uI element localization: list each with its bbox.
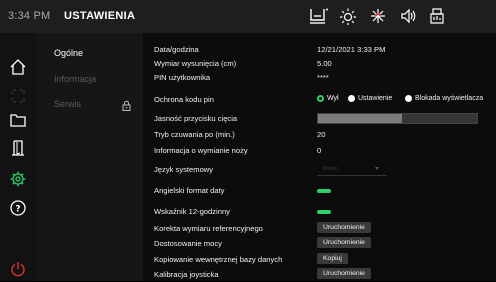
settings-gear-icon[interactable] <box>5 167 31 191</box>
power-adjust-label: Dostosowanie mocy <box>154 239 222 248</box>
chevron-down-icon <box>375 167 379 170</box>
lock-icon <box>122 98 131 116</box>
volume-icon[interactable] <box>398 6 418 26</box>
menu-item-information[interactable]: Informacja <box>54 74 96 84</box>
svg-text:?: ? <box>15 205 20 215</box>
setting-row-language: Język systemowy Polski <box>143 165 496 177</box>
clock-12h-label: Wskaźnik 12-godzinny <box>154 207 230 216</box>
cut-brightness-label: Jasność przycisku cięcia <box>154 114 238 123</box>
knife-info-value[interactable]: 0 <box>317 146 321 155</box>
date-time-label: Data/godzina <box>154 45 199 54</box>
setting-row-english-date: Angielski format daty <box>143 186 496 198</box>
left-navigation-rail: ? <box>0 33 36 281</box>
cut-brightness-slider[interactable] <box>317 113 478 124</box>
english-date-label: Angielski format daty <box>154 186 225 195</box>
date-time-value[interactable]: 12/21/2021 3:33 PM <box>317 45 385 54</box>
setting-row-12h-clock: Wskaźnik 12-godzinny <box>143 207 496 219</box>
ref-correction-label: Korekta wymiaru referencyjnego <box>154 224 263 233</box>
setting-row-date-time[interactable]: Data/godzina 12/21/2021 3:33 PM <box>143 45 496 57</box>
user-pin-value[interactable]: **** <box>317 73 329 82</box>
settings-screen: 3:34 PM USTAWIENIA ? Ogólne Informacja S… <box>0 0 496 281</box>
radio-selected-icon <box>317 95 324 102</box>
clock-12h-toggle[interactable] <box>317 210 331 214</box>
setting-row-user-pin[interactable]: PIN użytkownika **** <box>143 73 496 85</box>
setting-row-db-copy: Kopiowanie wewnętrznej bazy danych Kopiu… <box>143 253 496 267</box>
english-date-toggle[interactable] <box>317 189 331 193</box>
radio-label: Ustawienie <box>358 95 393 102</box>
settings-content-panel: Data/godzina 12/21/2021 3:33 PM Wymiar w… <box>143 33 496 281</box>
standby-value[interactable]: 20 <box>317 130 325 139</box>
pin-protection-label: Ochrona kodu pin <box>154 95 214 104</box>
radio-unselected-icon <box>405 95 412 102</box>
settings-menu: Ogólne Informacja Serwis <box>36 33 143 281</box>
diagnostics-icon[interactable] <box>427 6 447 26</box>
menu-item-general[interactable]: Ogólne <box>54 48 83 58</box>
work-light-icon[interactable] <box>368 6 388 26</box>
home-icon[interactable] <box>5 55 31 79</box>
clock-time: 3:34 PM <box>8 10 51 22</box>
db-copy-button[interactable]: Kopiuj <box>317 253 348 264</box>
pin-protection-option-display-lock[interactable]: Blokada wyświetlacza <box>405 95 483 102</box>
setting-row-pin-protection: Ochrona kodu pin Wył Ustawienie Blokada … <box>143 95 496 107</box>
setting-row-joystick: Kalibracja joysticka Uruchomienie <box>143 268 496 282</box>
joystick-calibration-start-button[interactable]: Uruchomienie <box>317 268 371 279</box>
setting-row-power-adjust: Dostosowanie mocy Uruchomienie <box>143 237 496 251</box>
pin-protection-option-setting[interactable]: Ustawienie <box>348 95 392 102</box>
help-icon[interactable]: ? <box>5 196 31 220</box>
ref-correction-start-button[interactable]: Uruchomienie <box>317 222 371 233</box>
pin-protection-option-off[interactable]: Wył <box>317 95 339 102</box>
overhang-value[interactable]: 5.00 <box>317 59 332 68</box>
joystick-label: Kalibracja joysticka <box>154 270 219 279</box>
standby-label: Tryb czuwania po (min.) <box>154 130 235 139</box>
overhang-label: Wymiar wysunięcia (cm) <box>154 59 237 68</box>
radio-label: Blokada wyświetlacza <box>415 95 484 102</box>
menu-item-service[interactable]: Serwis <box>54 99 81 109</box>
setting-row-standby[interactable]: Tryb czuwania po (min.) 20 <box>143 130 496 142</box>
power-icon[interactable] <box>5 257 31 281</box>
knife-info-label: Informacja o wymianie noży <box>154 146 248 155</box>
door-icon[interactable] <box>5 136 31 160</box>
page-title: USTAWIENIA <box>64 10 136 22</box>
language-value: Polski <box>323 166 338 172</box>
brightness-icon[interactable] <box>338 6 358 26</box>
grid-icon[interactable] <box>5 84 31 108</box>
radio-unselected-icon <box>348 95 355 102</box>
db-copy-label: Kopiowanie wewnętrznej bazy danych <box>154 255 283 264</box>
setting-row-cut-brightness: Jasność przycisku cięcia <box>143 113 496 126</box>
slider-fill <box>318 114 403 123</box>
setting-row-knife-info[interactable]: Informacja o wymianie noży 0 <box>143 146 496 158</box>
top-status-bar: 3:34 PM USTAWIENIA <box>0 0 496 33</box>
power-adjust-start-button[interactable]: Uruchomienie <box>317 237 371 248</box>
language-label: Język systemowy <box>154 165 214 174</box>
folder-icon[interactable] <box>5 108 31 132</box>
setting-row-ref-correction: Korekta wymiaru referencyjnego Uruchomie… <box>143 222 496 236</box>
language-select[interactable]: Polski <box>317 164 387 176</box>
screen-reference-icon[interactable] <box>308 6 330 26</box>
radio-label: Wył <box>327 95 339 102</box>
user-pin-label: PIN użytkownika <box>154 73 211 82</box>
setting-row-overhang[interactable]: Wymiar wysunięcia (cm) 5.00 <box>143 59 496 71</box>
